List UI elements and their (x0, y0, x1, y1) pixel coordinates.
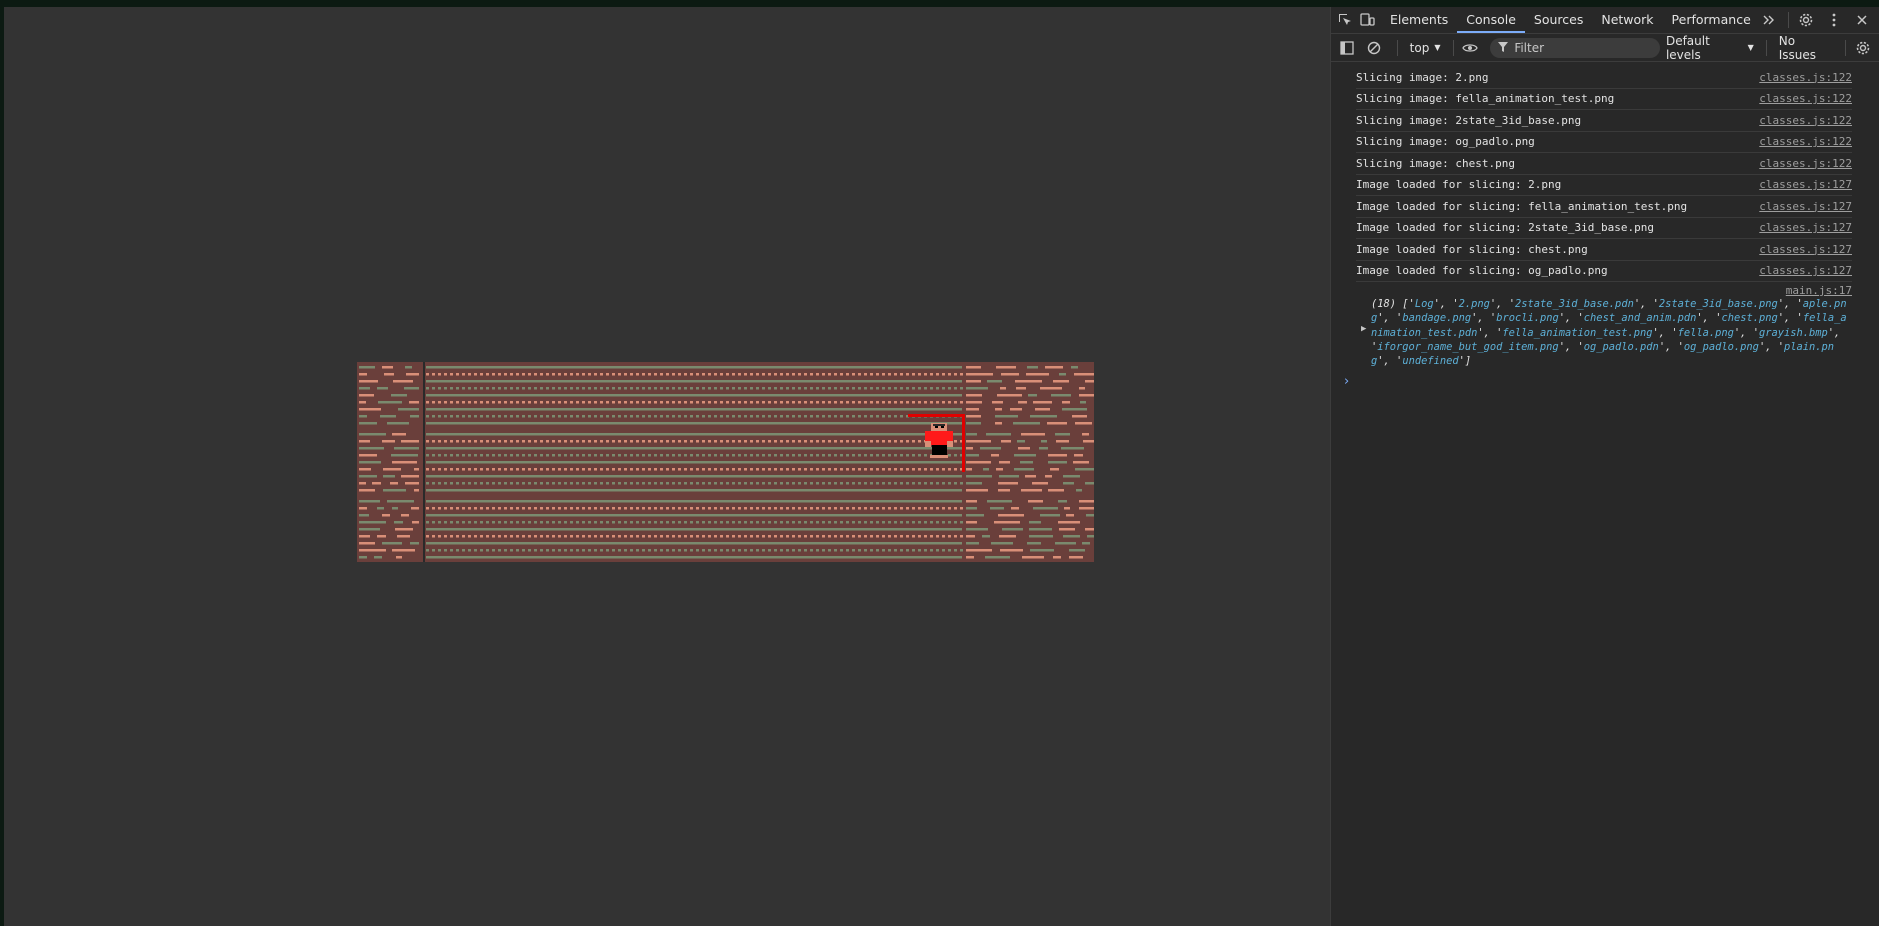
console-message: Slicing image: og_padlo.png classes.js:12… (1356, 132, 1852, 153)
console-message: Image loaded for slicing: fella_animatio… (1356, 196, 1852, 218)
log-source-link[interactable]: main.js:17 (1786, 284, 1852, 298)
context-selector[interactable]: top ▼ (1404, 41, 1447, 55)
console-message: Slicing image: chest.png classes.js:122 (1356, 153, 1852, 175)
player-eye (935, 426, 938, 428)
eye-icon[interactable] (1459, 37, 1480, 59)
player-legs (932, 445, 947, 455)
console-settings-icon[interactable] (1852, 37, 1873, 59)
devtools-panel: Elements Console Sources Network Performance (1330, 7, 1879, 926)
tab-sources[interactable]: Sources (1525, 7, 1592, 33)
tab-performance[interactable]: Performance (1663, 7, 1760, 33)
kebab-menu-icon[interactable] (1823, 9, 1845, 31)
expand-triangle-icon[interactable]: ▶ (1361, 322, 1366, 336)
console-message-text: Image loaded for slicing: 2.png (1356, 178, 1562, 192)
selection-frame (962, 414, 965, 472)
array-item: 2.png (1458, 298, 1490, 310)
tab-elements[interactable]: Elements (1381, 7, 1457, 33)
console-message-text: Image loaded for slicing: 2state_3id_bas… (1356, 221, 1655, 235)
inspect-element-icon[interactable] (1337, 9, 1353, 31)
clear-console-icon[interactable] (1364, 37, 1385, 59)
player-hair (933, 424, 945, 426)
console-message-text: Slicing image: 2state_3id_base.png (1356, 113, 1582, 127)
divider (1765, 39, 1767, 56)
close-icon[interactable] (1851, 9, 1873, 31)
array-item: fella_animation_test.png (1502, 326, 1653, 339)
console-message-text: Slicing image: og_padlo.png (1356, 135, 1535, 149)
console-message-text: Image loaded for slicing: chest.png (1356, 242, 1588, 256)
console-message-text: Slicing image: 2.png (1356, 70, 1489, 84)
array-item: 2state_3id_base.png (1658, 298, 1778, 310)
player-feet (930, 455, 948, 458)
array-item: og_padlo.pdn (1583, 340, 1659, 353)
devtools-tabbar: Elements Console Sources Network Performance (1331, 7, 1879, 34)
array-log-entry[interactable]: main.js:17 ▶ (18) ['Log', '2.png', '2sta… (1356, 282, 1852, 368)
console-message: Image loaded for slicing: chest.png class… (1356, 239, 1852, 261)
array-item: iforgor_name_but_god_item.png (1377, 340, 1559, 353)
player-hand (947, 441, 953, 447)
player-hand (925, 441, 931, 447)
console-message: Image loaded for slicing: 2.png classes.j… (1356, 175, 1852, 196)
console-message: Image loaded for slicing: og_padlo.png cl… (1356, 261, 1852, 282)
array-item: bandage.png (1402, 312, 1472, 325)
log-source-link[interactable]: classes.js:122 (1759, 92, 1852, 105)
divider (1452, 39, 1454, 56)
dropdown-arrow-icon: ▼ (1747, 43, 1754, 52)
tab-console[interactable]: Console (1457, 7, 1525, 33)
console-toolbar: top ▼ Filter Default levels ▼ No Issues (1331, 34, 1879, 62)
array-item: grayish.bmp (1758, 326, 1828, 339)
filter-icon (1498, 41, 1509, 55)
log-levels-label: Default levels (1665, 33, 1710, 62)
tab-network[interactable]: Network (1592, 7, 1662, 33)
gear-icon[interactable] (1795, 9, 1817, 31)
log-source-link[interactable]: classes.js:127 (1759, 178, 1852, 191)
column-divider (423, 362, 425, 562)
array-item: og_padlo.png (1683, 340, 1759, 353)
log-source-link[interactable]: classes.js:127 (1759, 221, 1852, 234)
array-item: Log (1414, 298, 1434, 310)
array-preview: (18) ['Log', '2.png', '2state_3id_base.p… (1371, 298, 1847, 368)
divider (1845, 39, 1847, 56)
filter-placeholder: Filter (1514, 40, 1545, 55)
array-item: chest.png (1721, 312, 1778, 325)
console-prompt[interactable]: › (1344, 374, 1879, 389)
log-source-link[interactable]: classes.js:122 (1759, 114, 1852, 127)
console-message-text: Image loaded for slicing: fella_animatio… (1356, 199, 1688, 213)
console-messages: Slicing image: 2.png classes.js:122 Slicin… (1331, 62, 1879, 282)
array-item: brocli.png (1496, 312, 1559, 325)
filter-input[interactable]: Filter (1490, 37, 1660, 58)
console-message-text: Image loaded for slicing: og_padlo.png (1356, 264, 1608, 278)
console-message-text: Slicing image: chest.png (1356, 156, 1515, 170)
log-source-link[interactable]: classes.js:127 (1759, 243, 1852, 256)
console-message-text: Slicing image: fella_animation_test.png (1356, 92, 1615, 106)
dropdown-arrow-icon: ▼ (1434, 43, 1441, 52)
array-count: (18) (1371, 298, 1397, 310)
console-message: Slicing image: 2.png classes.js:122 (1356, 67, 1852, 89)
array-item: fella.png (1677, 326, 1734, 339)
device-toolbar-icon[interactable] (1359, 9, 1375, 31)
array-item: 2state_3id_base.pdn (1514, 298, 1634, 310)
log-source-link[interactable]: classes.js:122 (1759, 135, 1852, 148)
issues-counter[interactable]: No Issues (1773, 34, 1839, 62)
game-canvas[interactable] (357, 362, 1094, 562)
log-source-link[interactable]: classes.js:127 (1759, 200, 1852, 213)
chevron-double-right-icon[interactable] (1762, 9, 1776, 31)
divider (1787, 12, 1789, 28)
page-viewport (4, 7, 1330, 926)
array-item: undefined (1402, 355, 1459, 368)
console-message: Slicing image: 2state_3id_base.png classe… (1356, 110, 1852, 132)
array-item: chest_and_anim.pdn (1583, 312, 1697, 325)
log-source-link[interactable]: classes.js:122 (1759, 157, 1852, 170)
player-eye (941, 426, 944, 428)
console-message: Image loaded for slicing: 2state_3id_bas… (1356, 218, 1852, 239)
context-label: top (1409, 40, 1430, 55)
sidebar-toggle-icon[interactable] (1337, 37, 1358, 59)
log-levels-dropdown[interactable]: Default levels ▼ (1660, 34, 1760, 62)
console-message: Slicing image: fella_animation_test.png c… (1356, 89, 1852, 110)
divider (1396, 39, 1398, 56)
log-source-link[interactable]: classes.js:122 (1759, 71, 1852, 84)
selection-frame (908, 414, 965, 417)
log-source-link[interactable]: classes.js:127 (1759, 264, 1852, 277)
